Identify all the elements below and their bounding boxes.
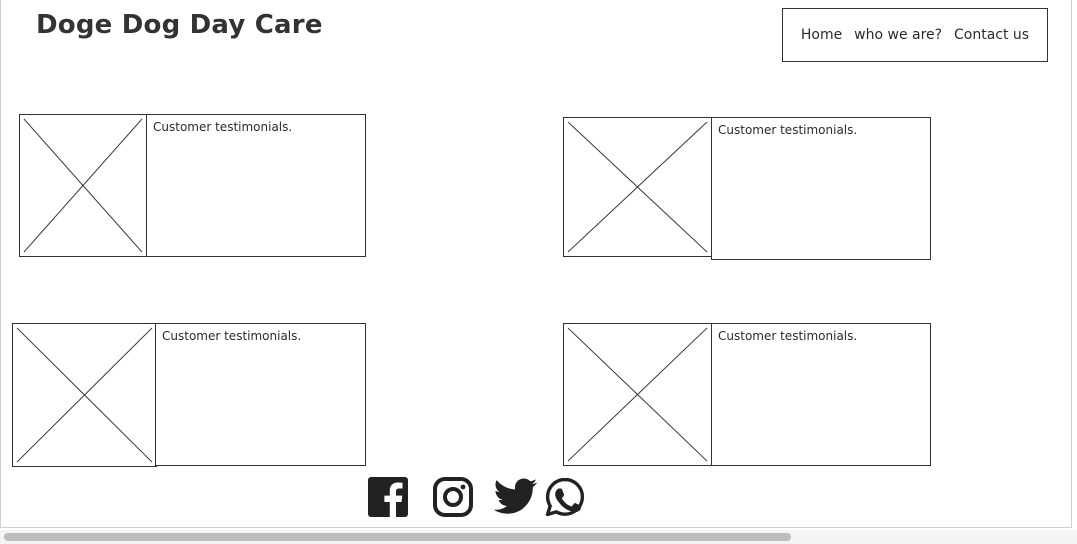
testimonial-card: Customer testimonials.	[146, 114, 366, 257]
nav-bar: Home who we are? Contact us	[782, 8, 1048, 62]
testimonial-text: Customer testimonials.	[718, 123, 858, 137]
testimonial-card: Customer testimonials.	[711, 323, 931, 466]
testimonial-text: Customer testimonials.	[162, 329, 302, 343]
image-placeholder	[563, 117, 712, 257]
site-title: Doge Dog Day Care	[36, 10, 323, 40]
instagram-icon[interactable]	[432, 476, 474, 522]
nav-who-we-are-link[interactable]: who we are?	[854, 27, 942, 43]
twitter-icon[interactable]	[493, 478, 538, 520]
nav-contact-us-link[interactable]: Contact us	[954, 27, 1029, 43]
nav-home-link[interactable]: Home	[801, 27, 842, 43]
testimonial-card: Customer testimonials.	[155, 323, 366, 466]
whatsapp-icon[interactable]	[544, 476, 586, 522]
social-links	[366, 476, 586, 522]
image-placeholder	[563, 323, 712, 466]
horizontal-scrollbar-thumb[interactable]	[4, 533, 791, 541]
image-placeholder-cross	[16, 327, 153, 463]
image-placeholder-cross	[567, 121, 708, 253]
testimonial-card: Customer testimonials.	[711, 117, 931, 260]
image-placeholder-cross	[567, 327, 708, 462]
image-placeholder	[12, 323, 157, 467]
facebook-icon[interactable]	[366, 475, 410, 523]
testimonial-text: Customer testimonials.	[153, 120, 293, 134]
image-placeholder	[19, 114, 147, 257]
testimonial-text: Customer testimonials.	[718, 329, 858, 343]
image-placeholder-cross	[23, 118, 143, 253]
